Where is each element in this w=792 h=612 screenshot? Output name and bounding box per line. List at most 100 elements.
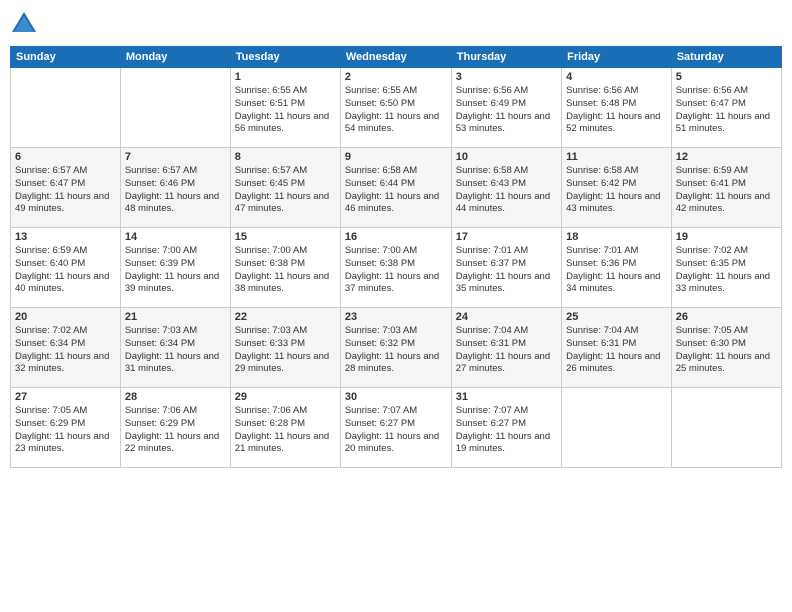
calendar-body: 1 Sunrise: 6:55 AMSunset: 6:51 PMDaylight… [11,68,782,468]
calendar-cell: 12 Sunrise: 6:59 AMSunset: 6:41 PMDayligh… [671,148,781,228]
day-info: Sunrise: 7:01 AMSunset: 6:37 PMDaylight:… [456,245,557,296]
calendar-week-row: 13Sunrise: 6:59 AMSunset: 6:40 PMDayligh… [11,228,782,308]
day-number: 9 [345,151,447,163]
day-number: 15 [235,231,336,243]
day-number: 7 [125,151,226,163]
day-number: 6 [15,151,116,163]
day-info: Sunrise: 7:03 AMSunset: 6:32 PMDaylight:… [345,325,447,376]
calendar-cell: 23 Sunrise: 7:03 AMSunset: 6:32 PMDayligh… [340,308,451,388]
day-number: 21 [125,311,226,323]
calendar-cell: 10Sunrise: 6:58 AMSunset: 6:43 PMDayligh… [451,148,561,228]
calendar-cell: 3 Sunrise: 6:56 AMSunset: 6:49 PMDaylight… [451,68,561,148]
weekday-header-friday: Friday [562,47,672,68]
day-info: Sunrise: 7:04 AMSunset: 6:31 PMDaylight:… [456,325,557,376]
day-info: Sunrise: 7:03 AMSunset: 6:33 PMDaylight:… [235,325,336,376]
day-number: 17 [456,231,557,243]
weekday-header-tuesday: Tuesday [230,47,340,68]
day-number: 31 [456,391,557,403]
day-info: Sunrise: 6:57 AMSunset: 6:46 PMDaylight:… [125,165,226,216]
calendar-cell: 22 Sunrise: 7:03 AMSunset: 6:33 PMDayligh… [230,308,340,388]
day-number: 1 [235,71,336,83]
page: SundayMondayTuesdayWednesdayThursdayFrid… [0,0,792,612]
day-info: Sunrise: 6:57 AMSunset: 6:47 PMDaylight:… [15,165,116,216]
day-info: Sunrise: 7:07 AMSunset: 6:27 PMDaylight:… [456,405,557,456]
calendar-week-row: 20 Sunrise: 7:02 AMSunset: 6:34 PMDayligh… [11,308,782,388]
day-info: Sunrise: 7:01 AMSunset: 6:36 PMDaylight:… [566,245,667,296]
day-number: 23 [345,311,447,323]
day-info: Sunrise: 6:56 AMSunset: 6:48 PMDaylight:… [566,85,667,136]
calendar-cell: 30 Sunrise: 7:07 AMSunset: 6:27 PMDayligh… [340,388,451,468]
day-info: Sunrise: 7:00 AMSunset: 6:39 PMDaylight:… [125,245,226,296]
day-number: 20 [15,311,116,323]
day-info: Sunrise: 7:06 AMSunset: 6:29 PMDaylight:… [125,405,226,456]
calendar-cell: 15Sunrise: 7:00 AMSunset: 6:38 PMDayligh… [230,228,340,308]
logo [10,10,42,38]
day-number: 4 [566,71,667,83]
calendar-cell: 11Sunrise: 6:58 AMSunset: 6:42 PMDayligh… [562,148,672,228]
day-info: Sunrise: 6:56 AMSunset: 6:49 PMDaylight:… [456,85,557,136]
calendar-cell: 27 Sunrise: 7:05 AMSunset: 6:29 PMDayligh… [11,388,121,468]
day-info: Sunrise: 7:02 AMSunset: 6:34 PMDaylight:… [15,325,116,376]
calendar-cell: 26 Sunrise: 7:05 AMSunset: 6:30 PMDayligh… [671,308,781,388]
calendar-cell [671,388,781,468]
weekday-header-monday: Monday [120,47,230,68]
calendar-table: SundayMondayTuesdayWednesdayThursdayFrid… [10,46,782,468]
calendar-cell: 7 Sunrise: 6:57 AMSunset: 6:46 PMDaylight… [120,148,230,228]
day-number: 16 [345,231,447,243]
calendar-cell: 17 Sunrise: 7:01 AMSunset: 6:37 PMDayligh… [451,228,561,308]
calendar-cell: 8Sunrise: 6:57 AMSunset: 6:45 PMDaylight… [230,148,340,228]
day-info: Sunrise: 6:55 AMSunset: 6:51 PMDaylight:… [235,85,336,136]
calendar-cell [11,68,121,148]
calendar-cell [120,68,230,148]
day-number: 26 [676,311,777,323]
day-number: 28 [125,391,226,403]
calendar-cell: 31 Sunrise: 7:07 AMSunset: 6:27 PMDayligh… [451,388,561,468]
day-info: Sunrise: 6:59 AMSunset: 6:40 PMDaylight:… [15,245,116,296]
calendar-cell: 14 Sunrise: 7:00 AMSunset: 6:39 PMDayligh… [120,228,230,308]
day-info: Sunrise: 7:06 AMSunset: 6:28 PMDaylight:… [235,405,336,456]
calendar-cell: 4 Sunrise: 6:56 AMSunset: 6:48 PMDaylight… [562,68,672,148]
calendar-cell: 25Sunrise: 7:04 AMSunset: 6:31 PMDayligh… [562,308,672,388]
weekday-header-thursday: Thursday [451,47,561,68]
calendar-cell [562,388,672,468]
day-info: Sunrise: 6:58 AMSunset: 6:44 PMDaylight:… [345,165,447,216]
calendar-week-row: 27 Sunrise: 7:05 AMSunset: 6:29 PMDayligh… [11,388,782,468]
day-number: 30 [345,391,447,403]
calendar-cell: 24Sunrise: 7:04 AMSunset: 6:31 PMDayligh… [451,308,561,388]
day-info: Sunrise: 6:59 AMSunset: 6:41 PMDaylight:… [676,165,777,216]
day-number: 11 [566,151,667,163]
day-info: Sunrise: 7:03 AMSunset: 6:34 PMDaylight:… [125,325,226,376]
day-info: Sunrise: 6:55 AMSunset: 6:50 PMDaylight:… [345,85,447,136]
calendar-header: SundayMondayTuesdayWednesdayThursdayFrid… [11,47,782,68]
day-number: 27 [15,391,116,403]
day-info: Sunrise: 7:00 AMSunset: 6:38 PMDaylight:… [345,245,447,296]
day-number: 5 [676,71,777,83]
day-number: 2 [345,71,447,83]
day-info: Sunrise: 6:56 AMSunset: 6:47 PMDaylight:… [676,85,777,136]
weekday-header-wednesday: Wednesday [340,47,451,68]
logo-icon [10,10,38,38]
calendar-cell: 19 Sunrise: 7:02 AMSunset: 6:35 PMDayligh… [671,228,781,308]
day-info: Sunrise: 7:05 AMSunset: 6:29 PMDaylight:… [15,405,116,456]
day-info: Sunrise: 7:04 AMSunset: 6:31 PMDaylight:… [566,325,667,376]
day-number: 19 [676,231,777,243]
calendar-cell: 18Sunrise: 7:01 AMSunset: 6:36 PMDayligh… [562,228,672,308]
calendar-cell: 9 Sunrise: 6:58 AMSunset: 6:44 PMDaylight… [340,148,451,228]
day-info: Sunrise: 7:05 AMSunset: 6:30 PMDaylight:… [676,325,777,376]
calendar-week-row: 6 Sunrise: 6:57 AMSunset: 6:47 PMDaylight… [11,148,782,228]
calendar-cell: 28 Sunrise: 7:06 AMSunset: 6:29 PMDayligh… [120,388,230,468]
calendar-cell: 20 Sunrise: 7:02 AMSunset: 6:34 PMDayligh… [11,308,121,388]
calendar-cell: 13Sunrise: 6:59 AMSunset: 6:40 PMDayligh… [11,228,121,308]
weekday-header-sunday: Sunday [11,47,121,68]
day-number: 22 [235,311,336,323]
day-number: 12 [676,151,777,163]
day-number: 14 [125,231,226,243]
day-info: Sunrise: 7:07 AMSunset: 6:27 PMDaylight:… [345,405,447,456]
day-info: Sunrise: 6:57 AMSunset: 6:45 PMDaylight:… [235,165,336,216]
calendar-cell: 6 Sunrise: 6:57 AMSunset: 6:47 PMDaylight… [11,148,121,228]
day-number: 3 [456,71,557,83]
day-info: Sunrise: 7:02 AMSunset: 6:35 PMDaylight:… [676,245,777,296]
weekday-header-row: SundayMondayTuesdayWednesdayThursdayFrid… [11,47,782,68]
calendar-cell: 2 Sunrise: 6:55 AMSunset: 6:50 PMDaylight… [340,68,451,148]
calendar-cell: 29Sunrise: 7:06 AMSunset: 6:28 PMDayligh… [230,388,340,468]
